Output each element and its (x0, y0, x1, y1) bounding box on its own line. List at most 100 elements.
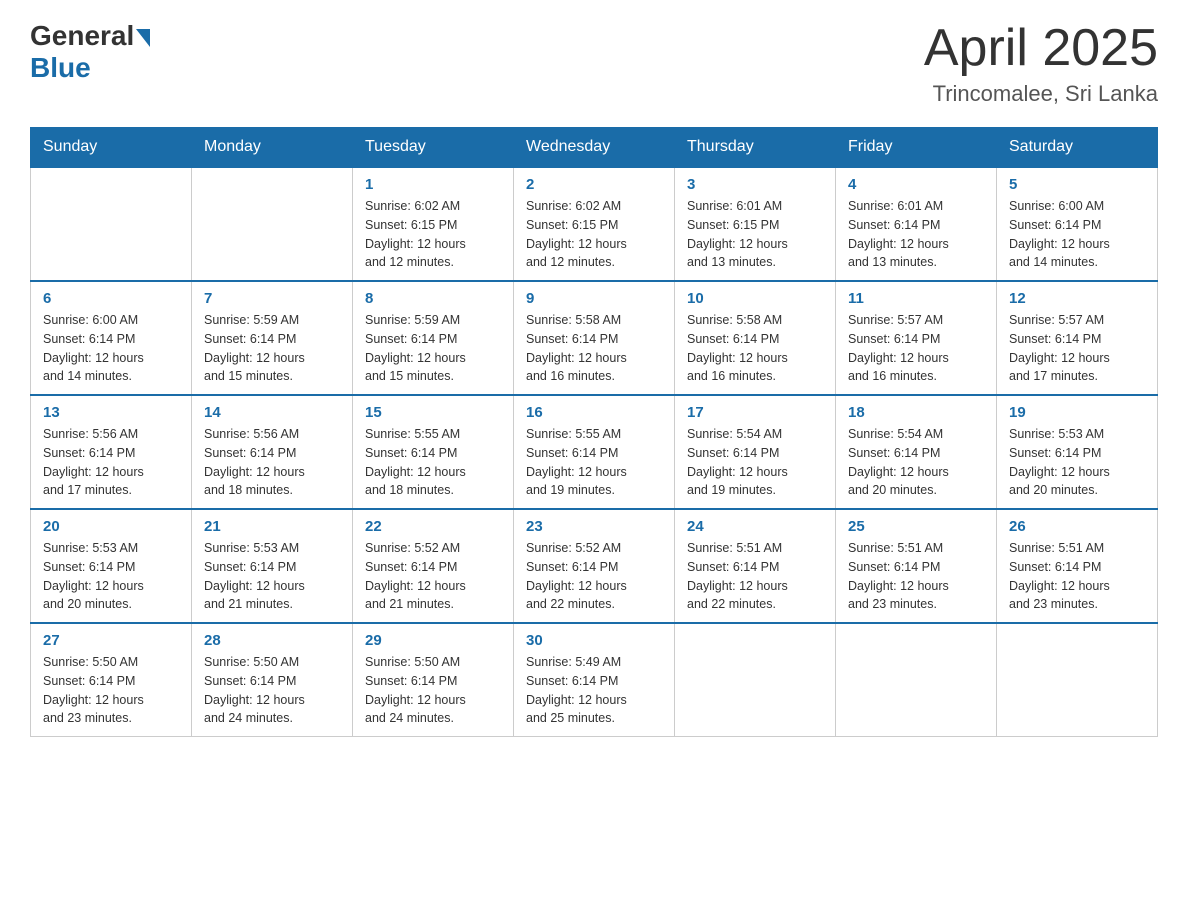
day-info: Sunrise: 5:53 AM Sunset: 6:14 PM Dayligh… (1009, 425, 1145, 500)
header-row: Sunday Monday Tuesday Wednesday Thursday… (31, 128, 1158, 168)
calendar-cell: 4 Sunrise: 6:01 AM Sunset: 6:14 PM Daylig… (836, 167, 997, 281)
calendar-cell: 15Sunrise: 5:55 AM Sunset: 6:14 PM Dayli… (353, 395, 514, 509)
day-number: 12 (1009, 290, 1145, 307)
day-info: Sunrise: 5:57 AM Sunset: 6:14 PM Dayligh… (848, 311, 984, 386)
calendar-cell: 11 Sunrise: 5:57 AM Sunset: 6:14 PM Dayli… (836, 281, 997, 395)
calendar-cell (675, 623, 836, 737)
calendar-cell (192, 167, 353, 281)
day-info: Sunrise: 5:52 AM Sunset: 6:14 PM Dayligh… (365, 539, 501, 614)
day-info: Sunrise: 5:51 AM Sunset: 6:14 PM Dayligh… (848, 539, 984, 614)
day-info: Sunrise: 6:01 AM Sunset: 6:15 PM Dayligh… (687, 197, 823, 272)
calendar-cell: 28 Sunrise: 5:50 AM Sunset: 6:14 PM Dayli… (192, 623, 353, 737)
calendar-cell: 13Sunrise: 5:56 AM Sunset: 6:14 PM Dayli… (31, 395, 192, 509)
logo-text: General (30, 20, 150, 52)
calendar-cell: 27Sunrise: 5:50 AM Sunset: 6:14 PM Dayli… (31, 623, 192, 737)
title-section: April 2025 Trincomalee, Sri Lanka (924, 20, 1158, 107)
day-number: 22 (365, 518, 501, 535)
day-info: Sunrise: 5:54 AM Sunset: 6:14 PM Dayligh… (848, 425, 984, 500)
day-number: 14 (204, 404, 340, 421)
day-number: 25 (848, 518, 984, 535)
logo-general-text: General (30, 20, 134, 52)
day-info: Sunrise: 5:54 AM Sunset: 6:14 PM Dayligh… (687, 425, 823, 500)
calendar-table: Sunday Monday Tuesday Wednesday Thursday… (30, 127, 1158, 737)
calendar-cell: 1Sunrise: 6:02 AM Sunset: 6:15 PM Daylig… (353, 167, 514, 281)
day-number: 4 (848, 176, 984, 193)
calendar-cell (31, 167, 192, 281)
calendar-cell: 16 Sunrise: 5:55 AM Sunset: 6:14 PM Dayli… (514, 395, 675, 509)
day-info: Sunrise: 5:52 AM Sunset: 6:14 PM Dayligh… (526, 539, 662, 614)
calendar-cell: 30 Sunrise: 5:49 AM Sunset: 6:14 PM Dayli… (514, 623, 675, 737)
calendar-cell: 12 Sunrise: 5:57 AM Sunset: 6:14 PM Dayli… (997, 281, 1158, 395)
calendar-cell: 18Sunrise: 5:54 AM Sunset: 6:14 PM Dayli… (836, 395, 997, 509)
day-info: Sunrise: 5:59 AM Sunset: 6:14 PM Dayligh… (204, 311, 340, 386)
calendar-cell (836, 623, 997, 737)
day-info: Sunrise: 5:56 AM Sunset: 6:14 PM Dayligh… (204, 425, 340, 500)
col-friday: Friday (836, 128, 997, 168)
day-number: 16 (526, 404, 662, 421)
day-info: Sunrise: 5:55 AM Sunset: 6:14 PM Dayligh… (526, 425, 662, 500)
logo-arrow-icon (136, 29, 150, 47)
week-row-2: 6 Sunrise: 6:00 AM Sunset: 6:14 PM Daylig… (31, 281, 1158, 395)
calendar-cell: 2Sunrise: 6:02 AM Sunset: 6:15 PM Daylig… (514, 167, 675, 281)
day-info: Sunrise: 5:50 AM Sunset: 6:14 PM Dayligh… (204, 653, 340, 728)
calendar-cell: 17Sunrise: 5:54 AM Sunset: 6:14 PM Dayli… (675, 395, 836, 509)
day-number: 19 (1009, 404, 1145, 421)
day-info: Sunrise: 6:00 AM Sunset: 6:14 PM Dayligh… (1009, 197, 1145, 272)
calendar-cell: 6 Sunrise: 6:00 AM Sunset: 6:14 PM Daylig… (31, 281, 192, 395)
logo: General Blue (30, 20, 150, 84)
day-info: Sunrise: 5:51 AM Sunset: 6:14 PM Dayligh… (1009, 539, 1145, 614)
day-info: Sunrise: 5:51 AM Sunset: 6:14 PM Dayligh… (687, 539, 823, 614)
col-saturday: Saturday (997, 128, 1158, 168)
day-number: 11 (848, 290, 984, 307)
calendar-cell: 22 Sunrise: 5:52 AM Sunset: 6:14 PM Dayli… (353, 509, 514, 623)
calendar-cell: 26 Sunrise: 5:51 AM Sunset: 6:14 PM Dayli… (997, 509, 1158, 623)
week-row-5: 27Sunrise: 5:50 AM Sunset: 6:14 PM Dayli… (31, 623, 1158, 737)
month-title: April 2025 (924, 20, 1158, 77)
day-info: Sunrise: 5:58 AM Sunset: 6:14 PM Dayligh… (687, 311, 823, 386)
day-info: Sunrise: 5:59 AM Sunset: 6:14 PM Dayligh… (365, 311, 501, 386)
day-number: 10 (687, 290, 823, 307)
day-info: Sunrise: 5:49 AM Sunset: 6:14 PM Dayligh… (526, 653, 662, 728)
calendar-cell: 14 Sunrise: 5:56 AM Sunset: 6:14 PM Dayli… (192, 395, 353, 509)
calendar-cell: 24 Sunrise: 5:51 AM Sunset: 6:14 PM Dayli… (675, 509, 836, 623)
calendar-cell: 25 Sunrise: 5:51 AM Sunset: 6:14 PM Dayli… (836, 509, 997, 623)
day-number: 15 (365, 404, 501, 421)
day-number: 29 (365, 632, 501, 649)
logo-blue-text: Blue (30, 52, 91, 84)
day-number: 3 (687, 176, 823, 193)
day-number: 6 (43, 290, 179, 307)
col-monday: Monday (192, 128, 353, 168)
day-info: Sunrise: 5:57 AM Sunset: 6:14 PM Dayligh… (1009, 311, 1145, 386)
week-row-3: 13Sunrise: 5:56 AM Sunset: 6:14 PM Dayli… (31, 395, 1158, 509)
calendar-cell: 10 Sunrise: 5:58 AM Sunset: 6:14 PM Dayli… (675, 281, 836, 395)
calendar-cell: 9 Sunrise: 5:58 AM Sunset: 6:14 PM Daylig… (514, 281, 675, 395)
day-number: 1 (365, 176, 501, 193)
day-number: 30 (526, 632, 662, 649)
calendar-cell: 19 Sunrise: 5:53 AM Sunset: 6:14 PM Dayli… (997, 395, 1158, 509)
page-header: General Blue April 2025 Trincomalee, Sri… (30, 20, 1158, 107)
day-number: 7 (204, 290, 340, 307)
calendar-cell: 29Sunrise: 5:50 AM Sunset: 6:14 PM Dayli… (353, 623, 514, 737)
calendar-cell: 23Sunrise: 5:52 AM Sunset: 6:14 PM Dayli… (514, 509, 675, 623)
calendar-cell: 5Sunrise: 6:00 AM Sunset: 6:14 PM Daylig… (997, 167, 1158, 281)
day-number: 26 (1009, 518, 1145, 535)
col-wednesday: Wednesday (514, 128, 675, 168)
day-info: Sunrise: 5:58 AM Sunset: 6:14 PM Dayligh… (526, 311, 662, 386)
day-number: 9 (526, 290, 662, 307)
day-info: Sunrise: 5:53 AM Sunset: 6:14 PM Dayligh… (204, 539, 340, 614)
calendar-cell: 20Sunrise: 5:53 AM Sunset: 6:14 PM Dayli… (31, 509, 192, 623)
day-info: Sunrise: 6:01 AM Sunset: 6:14 PM Dayligh… (848, 197, 984, 272)
day-info: Sunrise: 5:56 AM Sunset: 6:14 PM Dayligh… (43, 425, 179, 500)
day-number: 28 (204, 632, 340, 649)
calendar-cell: 8 Sunrise: 5:59 AM Sunset: 6:14 PM Daylig… (353, 281, 514, 395)
day-info: Sunrise: 5:50 AM Sunset: 6:14 PM Dayligh… (43, 653, 179, 728)
day-number: 24 (687, 518, 823, 535)
day-number: 21 (204, 518, 340, 535)
day-info: Sunrise: 5:53 AM Sunset: 6:14 PM Dayligh… (43, 539, 179, 614)
week-row-1: 1Sunrise: 6:02 AM Sunset: 6:15 PM Daylig… (31, 167, 1158, 281)
day-info: Sunrise: 6:00 AM Sunset: 6:14 PM Dayligh… (43, 311, 179, 386)
calendar-cell: 3 Sunrise: 6:01 AM Sunset: 6:15 PM Daylig… (675, 167, 836, 281)
calendar-cell: 21 Sunrise: 5:53 AM Sunset: 6:14 PM Dayli… (192, 509, 353, 623)
col-tuesday: Tuesday (353, 128, 514, 168)
day-number: 8 (365, 290, 501, 307)
